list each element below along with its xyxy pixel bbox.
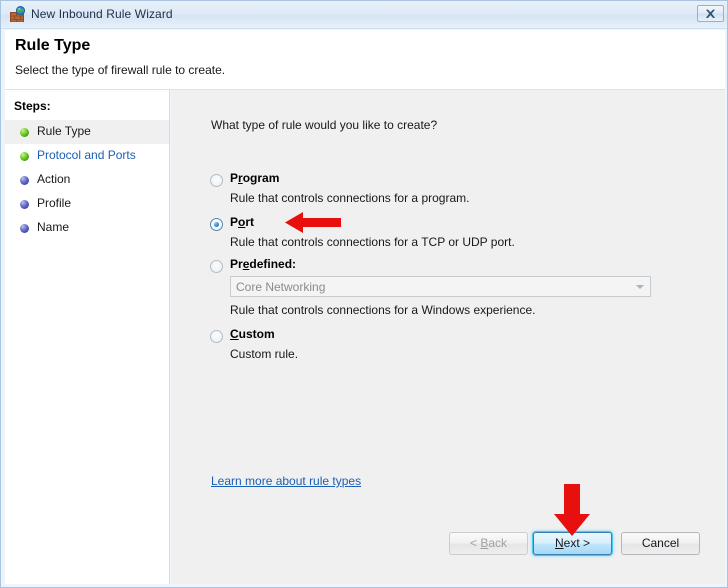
radio-custom-description: Custom rule.: [230, 347, 299, 361]
radio-port-label[interactable]: Port: [230, 215, 254, 229]
title-bar: New Inbound Rule Wizard: [1, 1, 727, 29]
step-bullet-icon: [20, 128, 29, 137]
cancel-button[interactable]: Cancel: [621, 532, 700, 555]
radio-predefined[interactable]: [210, 260, 223, 273]
label-accel: N: [554, 536, 564, 550]
firewall-globe-icon: [9, 6, 26, 23]
label-part: defined:: [249, 257, 297, 271]
step-bullet-icon: [20, 176, 29, 185]
wizard-window: New Inbound Rule Wizard Rule Type Select…: [0, 0, 728, 588]
label-part: ogram: [242, 171, 280, 185]
label-part: rt: [245, 215, 255, 229]
radio-port[interactable]: [210, 218, 223, 231]
chevron-down-icon: [636, 285, 644, 289]
radio-program-label[interactable]: Program: [230, 171, 279, 185]
steps-sidebar: Steps: Rule Type Protocol and Ports Acti…: [5, 90, 170, 584]
radio-custom-label[interactable]: Custom: [230, 327, 275, 341]
next-button[interactable]: Next >: [533, 532, 612, 555]
learn-more-link[interactable]: Learn more about rule types: [211, 474, 361, 488]
question-label: What type of rule would you like to crea…: [211, 118, 438, 132]
label-part: P: [230, 171, 239, 185]
sidebar-item-protocol-and-ports[interactable]: Protocol and Ports: [5, 144, 169, 168]
radio-program[interactable]: [210, 174, 223, 187]
page-subtitle: Select the type of firewall rule to crea…: [15, 63, 226, 77]
window-title: New Inbound Rule Wizard: [31, 7, 173, 21]
step-bullet-icon: [20, 200, 29, 209]
sidebar-item-label: Action: [37, 172, 71, 186]
predefined-combobox-value: Core Networking: [236, 280, 326, 294]
content-panel: What type of rule would you like to crea…: [171, 90, 725, 584]
sidebar-item-label: Name: [37, 220, 70, 234]
close-button[interactable]: [697, 5, 724, 22]
radio-predefined-description: Rule that controls connections for a Win…: [230, 303, 536, 317]
label-part: Pr: [230, 257, 243, 271]
predefined-combobox[interactable]: Core Networking: [230, 276, 651, 297]
step-bullet-icon: [20, 152, 29, 161]
steps-heading: Steps:: [14, 99, 51, 113]
sidebar-item-profile[interactable]: Profile: [5, 192, 169, 216]
header-band: Rule Type Select the type of firewall ru…: [5, 30, 725, 89]
sidebar-item-label[interactable]: Protocol and Ports: [37, 148, 136, 162]
radio-custom[interactable]: [210, 330, 223, 343]
label-part: <: [469, 536, 481, 550]
radio-predefined-label[interactable]: Predefined:: [230, 257, 296, 271]
label-part: ustom: [238, 327, 275, 341]
label-part: P: [230, 215, 239, 229]
label-accel: C: [230, 327, 239, 341]
label-part: ack: [488, 536, 508, 550]
radio-port-description: Rule that controls connections for a TCP…: [230, 235, 515, 249]
label-part: ext >: [563, 536, 591, 550]
step-bullet-icon: [20, 224, 29, 233]
sidebar-item-action[interactable]: Action: [5, 168, 169, 192]
radio-program-description: Rule that controls connections for a pro…: [230, 191, 470, 205]
sidebar-item-label: Profile: [37, 196, 72, 210]
page-title: Rule Type: [15, 37, 91, 54]
sidebar-item-rule-type[interactable]: Rule Type: [5, 120, 169, 144]
sidebar-item-label: Rule Type: [37, 124, 91, 138]
sidebar-item-name[interactable]: Name: [5, 216, 169, 240]
back-button[interactable]: < Back: [449, 532, 528, 555]
